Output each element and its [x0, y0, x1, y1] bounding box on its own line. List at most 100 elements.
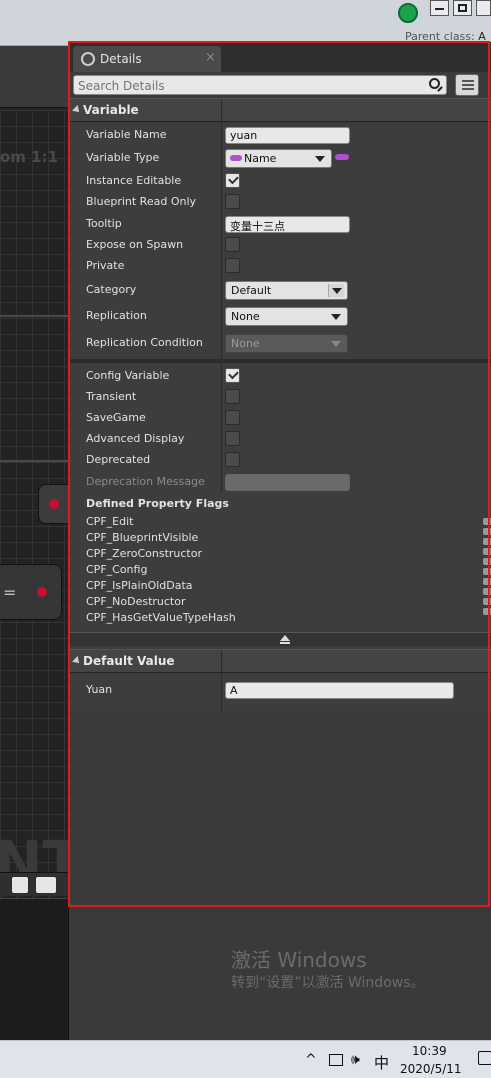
screen: Parent class: A = NT om 1:1 Details × Se…: [0, 0, 491, 1078]
search-input[interactable]: [73, 75, 447, 95]
row-tooltip: Tooltip 变量十三点: [69, 214, 491, 235]
category-variable[interactable]: Variable: [69, 98, 491, 123]
instance-editable-checkbox[interactable]: [225, 173, 240, 188]
scrollbar[interactable]: [483, 518, 491, 618]
variable-name-field[interactable]: yuan: [225, 127, 350, 144]
input-method-indicator[interactable]: 中: [374, 1052, 389, 1073]
property-flag: CPF_Config: [86, 563, 148, 576]
row-label: Replication: [86, 309, 147, 322]
network-icon[interactable]: [329, 1054, 343, 1066]
column-splitter: [221, 650, 222, 674]
volume-icon[interactable]: 🕪: [351, 1052, 360, 1068]
expand-arrow-icon: [72, 105, 82, 115]
chevron-down-icon: [328, 337, 344, 350]
chevron-down-icon: [312, 152, 328, 165]
window-titlebar: Parent class: A: [0, 0, 491, 46]
tooltip-field[interactable]: 变量十三点: [225, 216, 350, 233]
search-icon[interactable]: [429, 78, 440, 89]
deprecated-checkbox[interactable]: [225, 452, 240, 467]
category-label: Default Value: [83, 654, 175, 668]
row-label: Private: [86, 259, 125, 272]
property-flag: CPF_ZeroConstructor: [86, 547, 202, 560]
binoculars-icon[interactable]: [36, 877, 56, 893]
view-options-button[interactable]: [455, 74, 479, 96]
default-value-field[interactable]: A: [225, 682, 454, 699]
row-label: SaveGame: [86, 411, 146, 424]
row-variable-name: Variable Name yuan: [69, 125, 491, 146]
dropdown-value: None: [231, 310, 260, 323]
row-label: Yuan: [86, 683, 113, 696]
row-label: Advanced Display: [86, 432, 185, 445]
row-label: Instance Editable: [86, 174, 182, 187]
property-flag: CPF_HasGetValueTypeHash: [86, 611, 236, 624]
row-label: Variable Type: [86, 151, 160, 164]
transient-checkbox[interactable]: [225, 389, 240, 404]
dropdown-value: Default: [231, 284, 272, 297]
taskbar: ^ 🕪 中 10:39 2020/5/11: [0, 1040, 491, 1078]
row-deprecated: Deprecated: [69, 450, 491, 471]
replication-condition-dropdown: None: [225, 334, 348, 353]
property-flag: CPF_Edit: [86, 515, 134, 528]
defined-flags-header: Defined Property Flags: [86, 497, 229, 510]
graph-node[interactable]: =: [0, 564, 62, 620]
row-label: Tooltip: [86, 217, 122, 230]
close-button[interactable]: [476, 0, 491, 16]
dropdown-value: Name: [244, 152, 277, 165]
expand-arrow-icon: [72, 656, 82, 666]
category-dropdown[interactable]: Default: [225, 281, 348, 300]
details-tab-strip: Details ×: [69, 42, 491, 72]
advanced-display-checkbox[interactable]: [225, 431, 240, 446]
row-label: Variable Name: [86, 128, 167, 141]
tab-label: Details: [100, 52, 142, 66]
collapse-advanced-button[interactable]: [69, 632, 491, 646]
activation-subtitle: 转到“设置”以激活 Windows。: [231, 975, 425, 991]
category-default-value[interactable]: Default Value: [69, 649, 491, 674]
find-results-list: [0, 898, 68, 1040]
minimize-button[interactable]: [430, 0, 449, 16]
details-panel: Details × Variable Variable Name: [68, 42, 491, 1040]
search-icon[interactable]: [12, 877, 28, 893]
clock-date[interactable]: 2020/5/11: [400, 1062, 462, 1076]
replication-dropdown[interactable]: None: [225, 307, 348, 326]
find-results-toolbar: [0, 872, 68, 896]
tab-details[interactable]: Details ×: [73, 46, 221, 72]
variable-type-dropdown[interactable]: Name: [225, 149, 332, 168]
blueprint-read-only-checkbox[interactable]: [225, 194, 240, 209]
app-status-icon[interactable]: [398, 3, 418, 23]
node-pin[interactable]: [49, 499, 59, 509]
expose-on-spawn-checkbox[interactable]: [225, 237, 240, 252]
row-label: Blueprint Read Only: [86, 195, 197, 208]
details-search-row: [69, 72, 491, 98]
restore-button[interactable]: [453, 0, 472, 16]
row-label: Expose on Spawn: [86, 238, 184, 251]
property-flag: CPF_BlueprintVisible: [86, 531, 199, 544]
row-blueprint-read-only: Blueprint Read Only: [69, 192, 491, 213]
row-label: Deprecation Message: [86, 475, 205, 488]
row-default-yuan: Yuan A: [69, 680, 491, 701]
container-type-icon[interactable]: [335, 154, 349, 160]
node-pin[interactable]: [37, 587, 47, 597]
savegame-checkbox[interactable]: [225, 410, 240, 425]
row-deprecation-message: Deprecation Message: [69, 472, 491, 493]
row-label: Config Variable: [86, 369, 170, 382]
graph-divider: [0, 315, 68, 317]
graph-editor-panel: = NT om 1:1: [0, 46, 82, 1040]
chevron-down-icon: [328, 284, 344, 297]
row-config-variable: Config Variable: [69, 366, 491, 387]
graph-canvas[interactable]: = NT: [0, 110, 82, 910]
notification-icon[interactable]: [478, 1051, 491, 1065]
deprecation-message-field: [225, 474, 350, 491]
details-body: Variable Variable Name yuan Variable Typ…: [69, 98, 491, 1040]
row-replication: Replication None: [69, 306, 491, 327]
private-checkbox[interactable]: [225, 258, 240, 273]
clock-time[interactable]: 10:39: [412, 1044, 447, 1058]
row-label: Category: [86, 283, 137, 296]
category-label: Variable: [83, 103, 139, 117]
graph-divider: [0, 460, 68, 462]
chevron-down-icon: [328, 310, 344, 323]
row-transient: Transient: [69, 387, 491, 408]
tray-overflow-icon[interactable]: ^: [305, 1052, 317, 1068]
config-variable-checkbox[interactable]: [225, 368, 240, 383]
close-icon[interactable]: ×: [205, 50, 216, 65]
dropdown-value: None: [231, 337, 260, 350]
